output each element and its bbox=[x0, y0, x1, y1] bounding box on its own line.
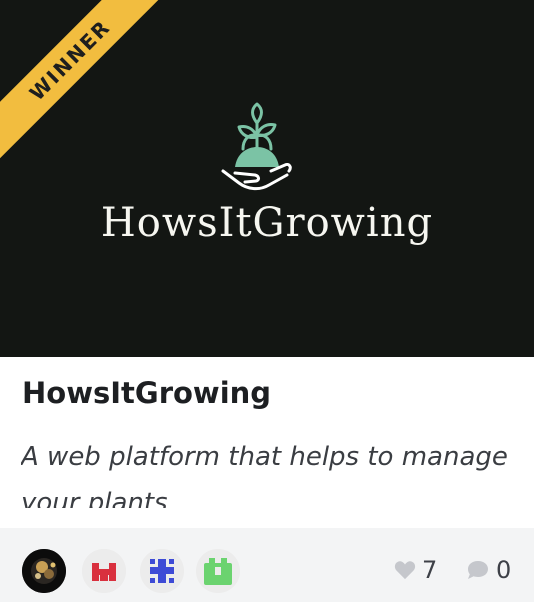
speech-bubble-icon bbox=[468, 561, 488, 579]
red-identicon-icon bbox=[82, 549, 126, 593]
photo-avatar-icon bbox=[22, 549, 66, 593]
card-footer bbox=[0, 528, 534, 602]
logo-wordmark: HowsItGrowing bbox=[100, 200, 434, 246]
team-member-avatar-2[interactable] bbox=[82, 549, 126, 593]
winner-ribbon: WINNER bbox=[0, 0, 169, 159]
project-thumbnail[interactable]: WINNER HowsItGrowing bbox=[0, 0, 534, 357]
like-count: 7 bbox=[422, 556, 438, 584]
team-member-avatar-1[interactable] bbox=[22, 549, 66, 593]
seedling-in-hand-icon bbox=[221, 102, 292, 191]
project-title[interactable]: HowsItGrowing bbox=[22, 376, 271, 410]
green-identicon-icon bbox=[196, 549, 240, 593]
blue-identicon-icon bbox=[140, 549, 184, 593]
winner-label: WINNER bbox=[24, 14, 116, 106]
like-button[interactable]: 7 bbox=[394, 556, 437, 584]
heart-icon bbox=[394, 561, 416, 580]
comment-button[interactable]: 0 bbox=[466, 556, 511, 584]
project-tagline: A web platform that helps to manage your… bbox=[21, 442, 508, 508]
team-member-avatar-3[interactable] bbox=[140, 549, 184, 593]
project-card[interactable]: WINNER HowsItGrowing HowsItGrowing A web… bbox=[0, 0, 534, 602]
comment-count: 0 bbox=[496, 556, 512, 584]
team-member-avatar-4[interactable] bbox=[196, 549, 240, 593]
